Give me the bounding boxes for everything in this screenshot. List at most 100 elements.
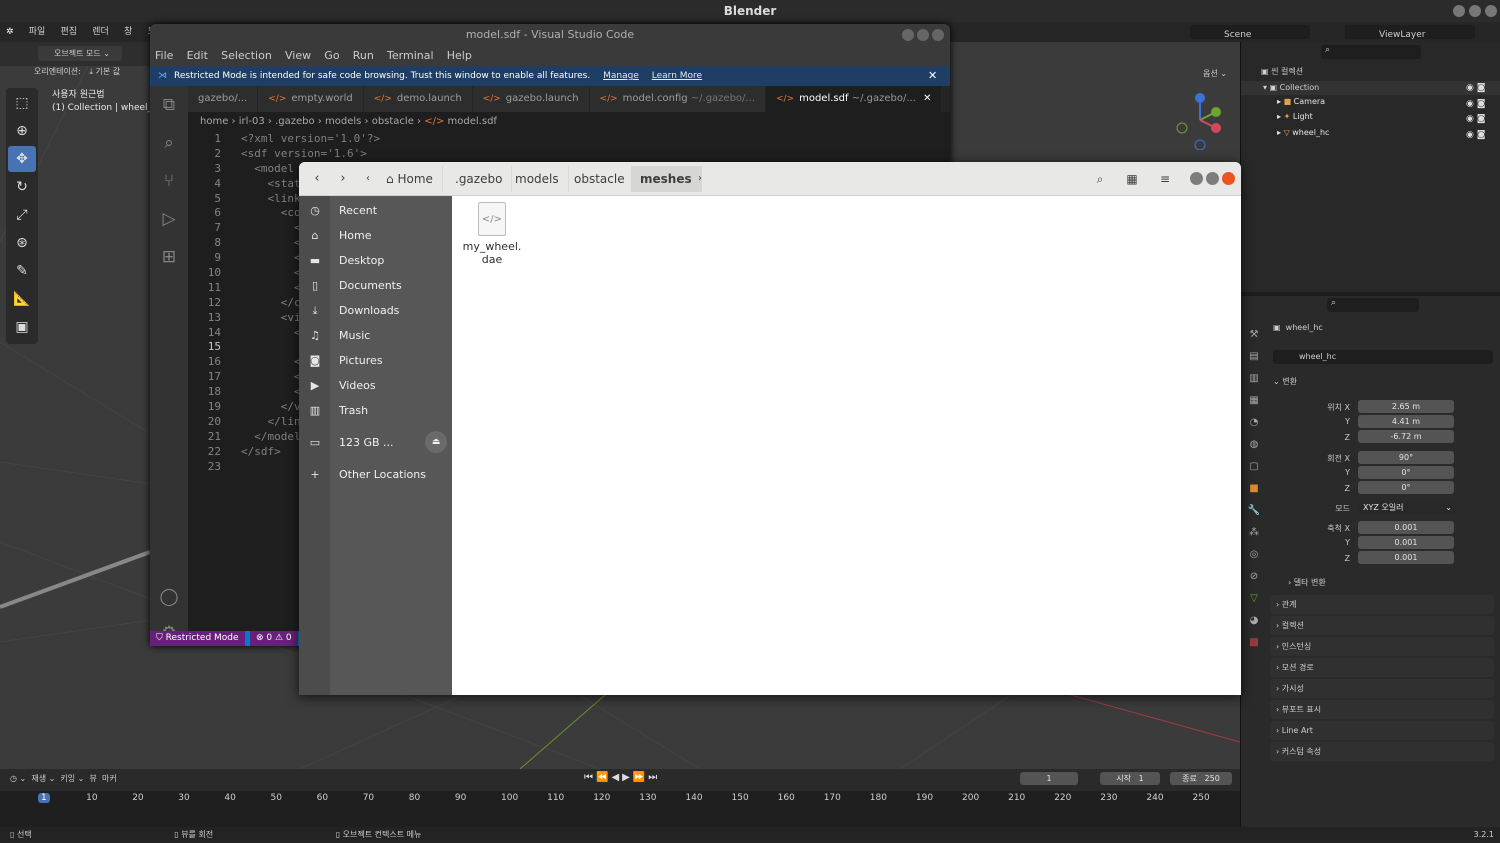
crumb-gazebo[interactable]: .gazebo <box>275 116 315 127</box>
playback-menu[interactable]: 재생 <box>31 774 46 783</box>
file-item[interactable]: </> my_wheel. dae <box>462 202 522 266</box>
timeline-ruler[interactable]: 1 10 20 30 40 50 60 70 80 90 100 110 120 130 140 150 160… <box>0 791 1240 827</box>
tab-gazebo[interactable]: gazebo/... <box>188 86 259 112</box>
tab-model-config[interactable]: </> model.config ~/.gazebo/... <box>589 86 766 112</box>
rotation-z-field[interactable]: 0° <box>1358 481 1454 494</box>
section-relations[interactable]: › 관계 <box>1270 595 1494 614</box>
sidebar-item-videos[interactable]: ▶ Videos <box>299 373 452 398</box>
search-icon[interactable]: ⌕ <box>1087 166 1113 192</box>
rotation-x-field[interactable]: 90° <box>1358 451 1454 464</box>
current-frame-field[interactable]: 1 <box>1020 772 1078 785</box>
annotate-icon[interactable]: ✎ <box>8 258 36 284</box>
close-icon[interactable]: ✕ <box>928 66 937 86</box>
sidebar-item-recent[interactable]: ◷ Recent <box>299 198 452 223</box>
tab-model-sdf[interactable]: </> model.sdf ~/.gazebo/... ✕ <box>765 86 943 112</box>
explorer-icon[interactable]: ⧉ <box>150 86 188 124</box>
particles-tab-icon[interactable]: ⁂ <box>1245 522 1263 544</box>
path-gazebo[interactable]: .gazebo <box>446 166 513 192</box>
orientation-value[interactable]: 기본 값 <box>96 67 121 76</box>
start-frame-field[interactable]: 시작 1 <box>1100 772 1160 785</box>
forward-button[interactable]: › <box>331 166 355 192</box>
menu-edit[interactable]: 편집 <box>54 22 83 42</box>
section-visibility[interactable]: › 가시성 <box>1270 679 1494 698</box>
measure-icon[interactable]: 📐 <box>8 286 36 312</box>
sidebar-item-downloads[interactable]: ⤓ Downloads <box>299 298 452 323</box>
close-tab-icon[interactable]: ✕ <box>923 93 931 104</box>
maximize-button[interactable] <box>1206 172 1219 185</box>
close-button[interactable] <box>1485 5 1497 17</box>
minimize-button[interactable] <box>1190 172 1203 185</box>
add-cube-icon[interactable]: ▣ <box>8 314 36 340</box>
outliner-item-light[interactable]: ▸ ✦ Light <box>1277 112 1313 121</box>
eye-icon[interactable]: ◉ ◙ <box>1466 81 1485 97</box>
navigation-gizmo[interactable] <box>1170 90 1230 151</box>
extensions-icon[interactable]: ⊞ <box>150 238 188 276</box>
path-home[interactable]: ⌂ Home <box>377 166 443 192</box>
physics-tab-icon[interactable]: ◎ <box>1245 544 1263 566</box>
menu-view[interactable]: View <box>280 46 316 66</box>
tool-tab-icon[interactable]: ⚒ <box>1245 324 1263 346</box>
section-custom-properties[interactable]: › 커스텀 속성 <box>1270 742 1494 761</box>
search-icon[interactable]: ⌕ <box>150 124 188 162</box>
sidebar-item-pictures[interactable]: ◙ Pictures <box>299 348 452 373</box>
file-view[interactable]: </> my_wheel. dae <box>452 196 1241 695</box>
output-tab-icon[interactable]: ▥ <box>1245 368 1263 390</box>
keying-menu[interactable]: 키잉 <box>60 774 75 783</box>
menu-window[interactable]: 창 <box>118 22 138 42</box>
sidebar-item-drive[interactable]: ▭ 123 GB ... ⏏ <box>299 430 452 455</box>
scale-x-field[interactable]: 0.001 <box>1358 521 1454 534</box>
menu-help[interactable]: Help <box>442 46 477 66</box>
location-z-field[interactable]: -6.72 m <box>1358 430 1454 443</box>
learn-more-link[interactable]: Learn More <box>652 71 702 81</box>
world-tab-icon[interactable]: ◍ <box>1245 434 1263 456</box>
tab-demo-launch[interactable]: </> demo.launch <box>363 86 473 112</box>
section-collections[interactable]: › 컬렉션 <box>1270 616 1494 635</box>
modifier-tab-icon[interactable]: 🔧 <box>1245 500 1263 522</box>
delta-transform-header[interactable]: › 델타 변환 <box>1288 577 1326 588</box>
maximize-button[interactable] <box>1469 5 1481 17</box>
section-viewport-display[interactable]: › 뷰포트 표시 <box>1270 700 1494 719</box>
outliner-item-collection[interactable]: ▾ ▣ Collection <box>1241 81 1500 95</box>
rotation-mode-select[interactable]: XYZ 오일러 ⌄ <box>1358 501 1456 514</box>
menu-render[interactable]: 렌더 <box>86 22 115 42</box>
crumb-irl[interactable]: irl-03 <box>239 116 265 127</box>
object-tab-icon[interactable]: ■ <box>1245 478 1263 500</box>
path-obstacle[interactable]: obstacle <box>565 166 635 192</box>
scale-icon[interactable]: ⤢ <box>8 202 36 228</box>
eye-icon[interactable]: ◉ ◙ <box>1466 97 1485 113</box>
view-layer-tab-icon[interactable]: ▦ <box>1245 390 1263 412</box>
constraints-tab-icon[interactable]: ⊘ <box>1245 566 1263 588</box>
manage-link[interactable]: Manage <box>603 71 639 81</box>
rotate-icon[interactable]: ↻ <box>8 174 36 200</box>
transform-icon[interactable]: ⊛ <box>8 230 36 256</box>
outliner-search[interactable]: ⌕ <box>1321 45 1421 59</box>
problems-indicator[interactable]: ⊗ 0 ⚠ 0 <box>250 631 298 646</box>
close-button[interactable] <box>1222 172 1235 185</box>
path-meshes[interactable]: meshes <box>631 166 702 192</box>
options-menu[interactable]: 옵션 ⌄ <box>1203 68 1227 79</box>
minimize-button[interactable] <box>1453 5 1465 17</box>
run-debug-icon[interactable]: ▷ <box>150 200 188 238</box>
scale-y-field[interactable]: 0.001 <box>1358 536 1454 549</box>
section-line-art[interactable]: › Line Art <box>1270 721 1494 740</box>
source-control-icon[interactable]: ⑂ <box>150 162 188 200</box>
back-button[interactable]: ‹ <box>305 166 329 192</box>
mode-selector[interactable]: 오브젝트 모드 ⌄ <box>38 46 122 61</box>
location-x-field[interactable]: 2.65 m <box>1358 400 1454 413</box>
hamburger-menu-icon[interactable]: ≡ <box>1152 166 1178 192</box>
data-tab-icon[interactable]: ▽ <box>1245 588 1263 610</box>
vscode-minimize-button[interactable] <box>902 29 914 41</box>
collection-tab-icon[interactable]: ▢ <box>1245 456 1263 478</box>
tab-empty-world[interactable]: </> empty.world <box>258 86 364 112</box>
sidebar-item-other-locations[interactable]: + Other Locations <box>299 462 452 487</box>
view-toggle-icon[interactable]: ▦ <box>1119 166 1145 192</box>
cursor-icon[interactable]: ⊕ <box>8 118 36 144</box>
menu-terminal[interactable]: Terminal <box>382 46 439 66</box>
view-menu[interactable]: 뷰 <box>89 774 96 783</box>
end-frame-field[interactable]: 종료 250 <box>1170 772 1232 785</box>
code-line[interactable]: 2 <sdf version='1.6'> <box>188 147 950 162</box>
scale-z-field[interactable]: 0.001 <box>1358 551 1454 564</box>
section-motion-paths[interactable]: › 모션 경로 <box>1270 658 1494 677</box>
eye-icon[interactable]: ◉ ◙ <box>1466 112 1485 128</box>
menu-file[interactable]: 파일 <box>23 22 52 42</box>
